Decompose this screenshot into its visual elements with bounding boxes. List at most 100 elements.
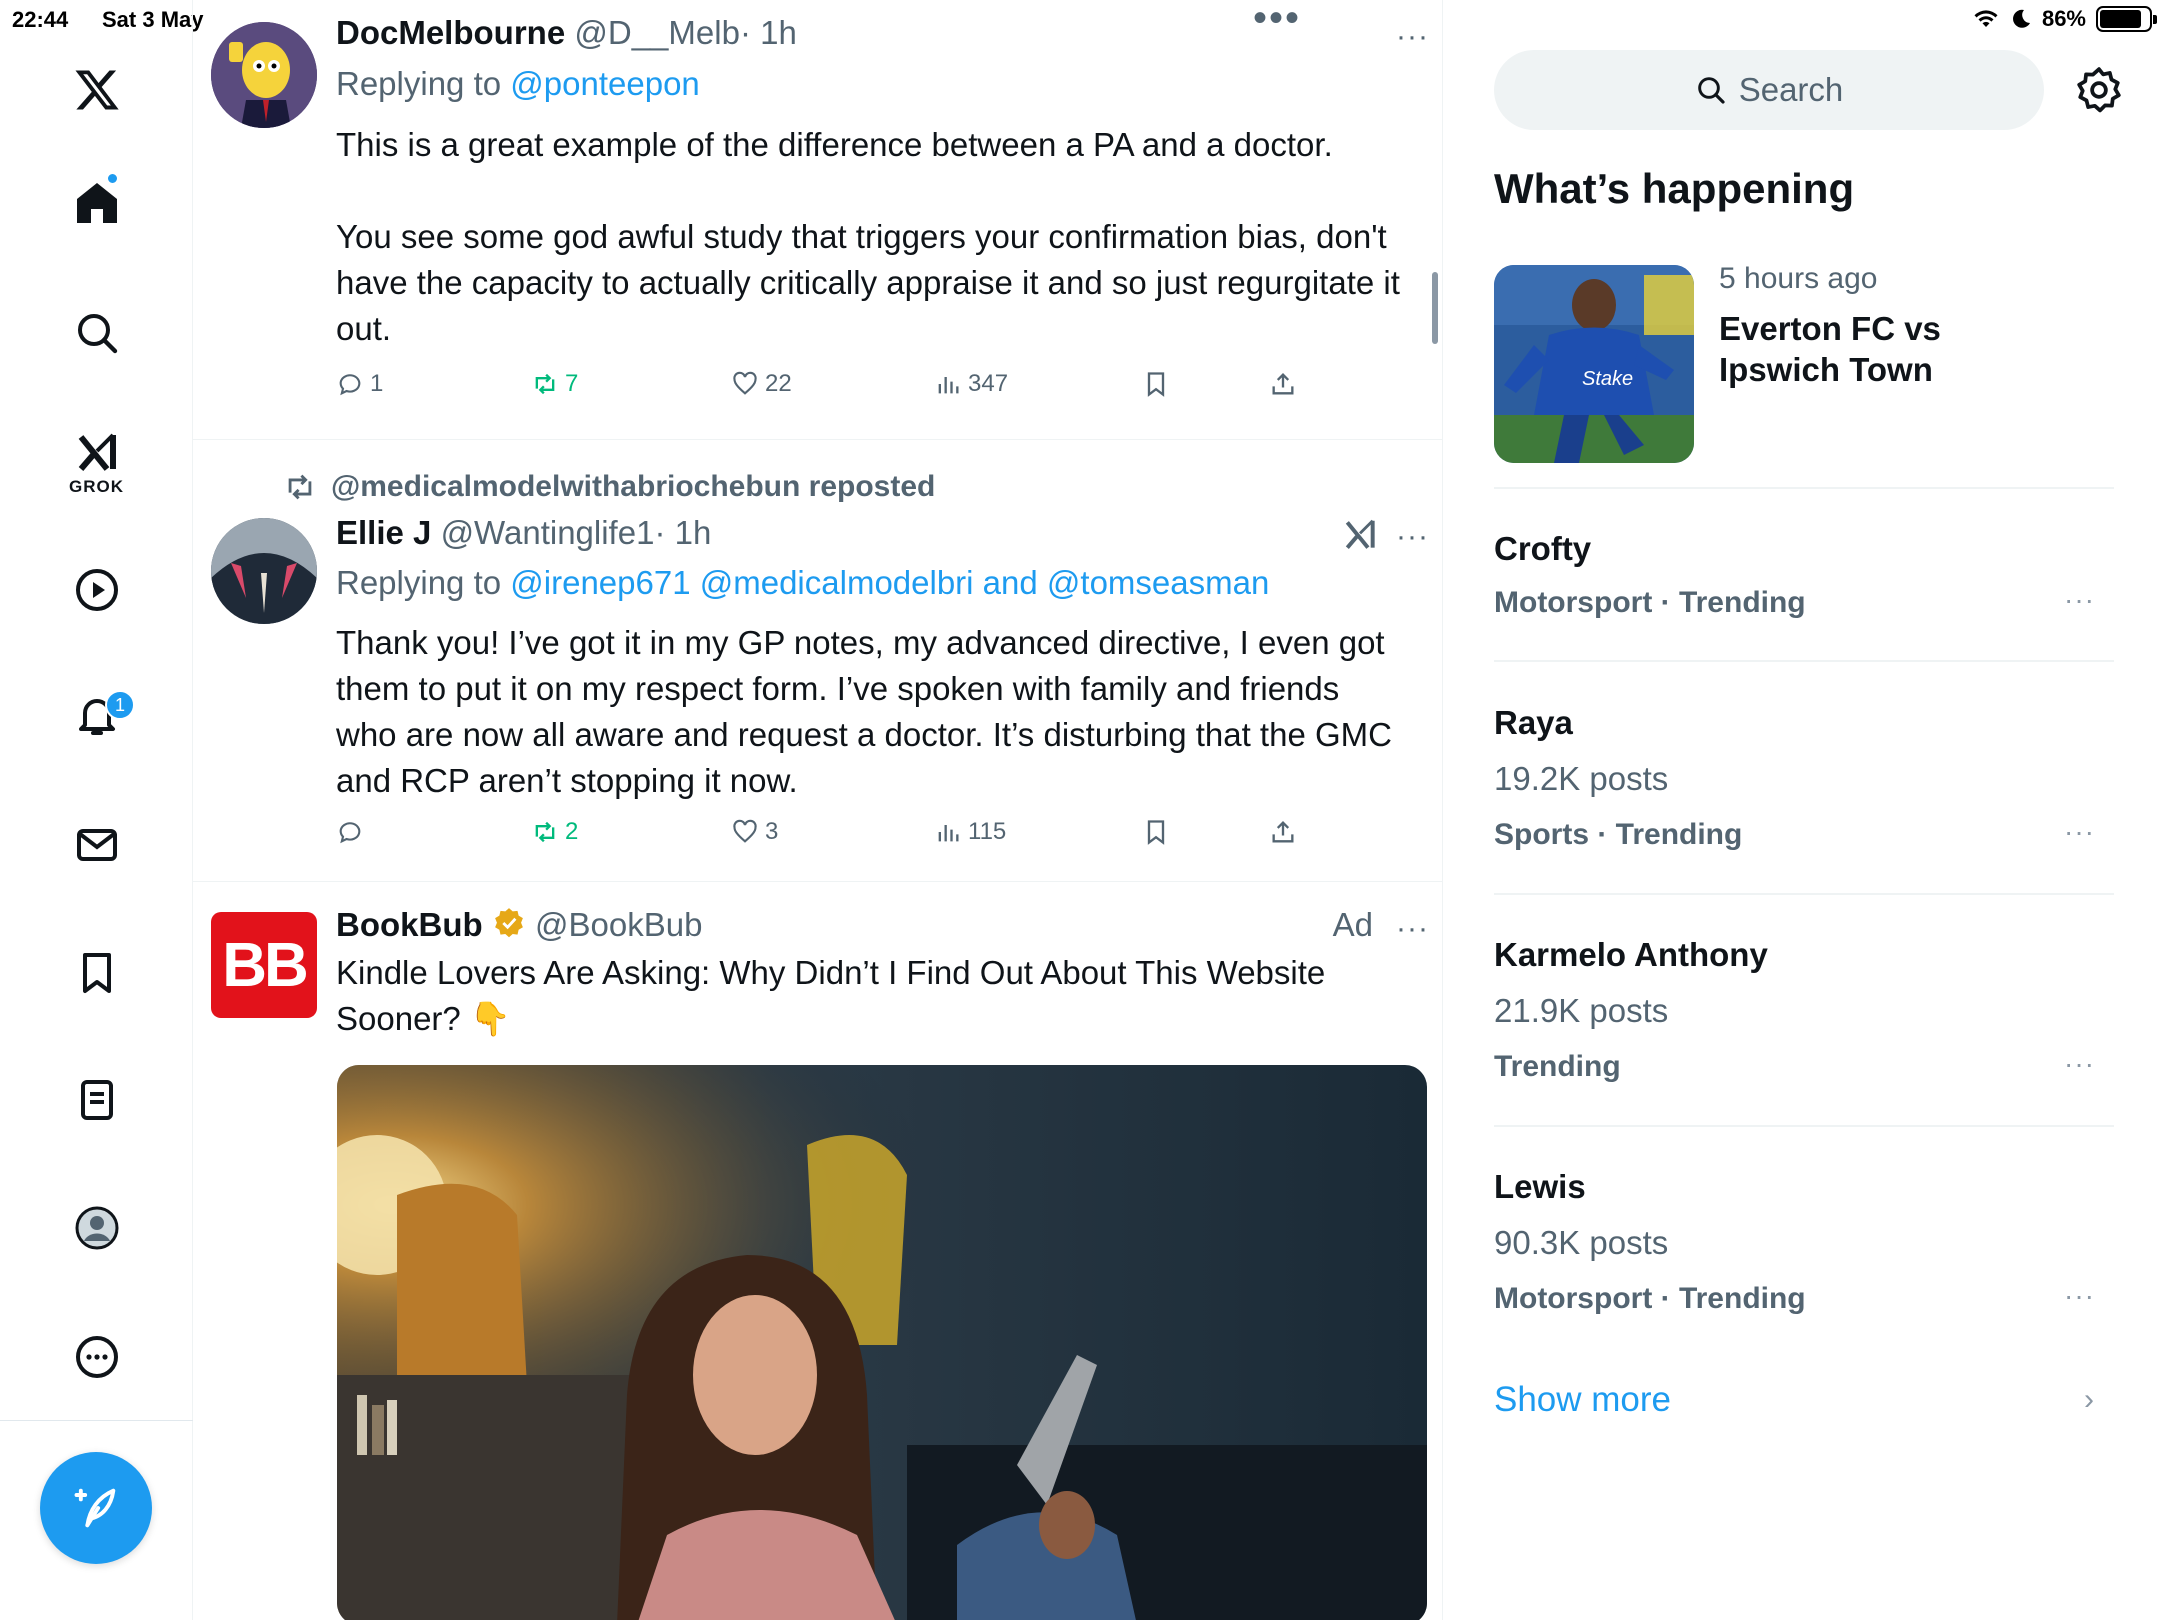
tweet[interactable]: @medicalmodelwithabriochebun reposted El… xyxy=(193,440,1442,882)
repost-icon xyxy=(535,821,555,843)
trend-meta: Motorsport · Trending xyxy=(1494,1282,1806,1315)
author-name[interactable]: DocMelbourne xyxy=(336,14,565,51)
views-button[interactable]: 115 xyxy=(934,818,1006,846)
svg-text:Stake: Stake xyxy=(1582,368,1633,390)
views-button[interactable]: 347 xyxy=(934,370,1008,398)
replying-prefix: Replying to xyxy=(336,65,502,102)
trend-divider xyxy=(1494,1125,2114,1127)
notifications-bell-icon[interactable]: 1 xyxy=(0,670,193,760)
tweet-more-button[interactable]: ··· xyxy=(1396,20,1429,54)
replying-to: Replying to @ponteepon xyxy=(336,65,700,103)
tweet-header: Ellie J @Wantinglife1· 1h xyxy=(336,514,711,552)
bookbub-logo[interactable]: BB xyxy=(211,912,317,1018)
ad-tweet[interactable]: BB BookBub @BookBub Ad ··· Kindle Lovers… xyxy=(193,882,1442,1620)
trend-more-button[interactable]: ··· xyxy=(2064,1280,2095,1312)
author-handle[interactable]: @BookBub xyxy=(535,906,702,943)
show-more-link[interactable]: Show more xyxy=(1494,1380,1671,1420)
tweet-actions: 2 3 115 xyxy=(336,818,1336,858)
explore-search-icon[interactable] xyxy=(0,288,193,378)
news-thumbnail[interactable]: Stake xyxy=(1494,265,1694,463)
views-count: 347 xyxy=(968,370,1009,397)
author-handle[interactable]: @D__Melb xyxy=(574,14,740,51)
home-icon[interactable] xyxy=(0,158,193,248)
tweet-header: DocMelbourne @D__Melb· 1h xyxy=(336,14,797,52)
tweet[interactable]: DocMelbourne @D__Melb· 1h ··· Replying t… xyxy=(193,0,1442,440)
news-time: 5 hours ago xyxy=(1719,262,1878,295)
bookmarks-icon[interactable] xyxy=(0,928,193,1018)
x-logo-icon[interactable] xyxy=(0,45,193,135)
footballer-photo: Stake xyxy=(1494,265,1694,463)
trend-name[interactable]: Karmelo Anthony xyxy=(1494,936,1768,974)
bookmark-icon xyxy=(1147,372,1165,397)
views-chart-icon xyxy=(938,825,959,842)
replying-prefix: Replying to xyxy=(336,564,502,601)
grok-label: GROK xyxy=(69,477,124,496)
share-button[interactable] xyxy=(1269,370,1297,398)
trend-more-button[interactable]: ··· xyxy=(2064,584,2095,616)
heart-icon xyxy=(733,819,757,843)
avatar[interactable] xyxy=(211,22,317,128)
views-chart-icon xyxy=(938,377,959,394)
heart-icon xyxy=(733,371,757,395)
bookmark-button[interactable] xyxy=(1142,370,1170,398)
share-button[interactable] xyxy=(1269,818,1297,846)
replying-to-link[interactable]: @irenep671 @medicalmodelbri and @tomseas… xyxy=(510,564,1269,601)
profile-avatar-icon[interactable] xyxy=(0,1183,193,1273)
author-name[interactable]: BookBub xyxy=(336,906,483,943)
chevron-right-icon[interactable]: › xyxy=(2084,1383,2094,1417)
tweet-more-button[interactable]: ··· xyxy=(1396,912,1429,946)
compose-feather-icon xyxy=(74,1488,116,1528)
tweet-time: · 1h xyxy=(654,514,712,551)
search-input[interactable]: Search xyxy=(1494,50,2044,130)
tweet-text: Kindle Lovers Are Asking: Why Didn’t I F… xyxy=(336,954,1326,1037)
share-icon xyxy=(1272,821,1294,843)
trend-post-count: 19.2K posts xyxy=(1494,760,1669,797)
trend-divider xyxy=(1494,487,2114,489)
reply-icon xyxy=(339,822,361,844)
trend-divider xyxy=(1494,893,2114,895)
trend-meta: Sports · Trending xyxy=(1494,818,1743,851)
compose-post-button[interactable] xyxy=(40,1452,152,1564)
trend-name[interactable]: Raya xyxy=(1494,704,1573,742)
more-options-icon[interactable] xyxy=(0,1312,193,1402)
reply-button[interactable] xyxy=(336,818,370,846)
ad-image[interactable] xyxy=(337,1065,1427,1620)
reply-icon xyxy=(339,374,361,396)
author-handle[interactable]: @Wantinglife1 xyxy=(441,514,655,551)
tweet-more-button[interactable]: ··· xyxy=(1396,520,1429,554)
repost-button[interactable]: 7 xyxy=(531,370,578,398)
avatar[interactable] xyxy=(211,518,317,624)
replying-to-link[interactable]: @ponteepon xyxy=(510,65,700,102)
like-button[interactable]: 3 xyxy=(731,818,778,846)
trend-name[interactable]: Crofty xyxy=(1494,530,1591,568)
messages-envelope-icon[interactable] xyxy=(0,800,193,890)
bookmark-icon xyxy=(1147,820,1165,845)
author-name[interactable]: Ellie J xyxy=(336,514,431,551)
news-title[interactable]: Everton FC vs Ipswich Town xyxy=(1719,308,1979,390)
left-nav: GROK 1 xyxy=(0,0,193,1620)
verified-badge-icon xyxy=(494,908,523,938)
reposted-by[interactable]: @medicalmodelwithabriochebun reposted xyxy=(331,470,935,504)
trend-post-count: 21.9K posts xyxy=(1494,992,1669,1029)
repost-count: 7 xyxy=(565,370,579,397)
whats-happening-title: What’s happening xyxy=(1494,165,1855,212)
trend-more-button[interactable]: ··· xyxy=(2064,816,2095,848)
trend-divider xyxy=(1494,660,2114,662)
like-button[interactable]: 22 xyxy=(731,370,792,398)
tweet-text: This is a great example of the differenc… xyxy=(336,126,1400,347)
right-sidebar: Search What’s happening Stake 5 hours ag… xyxy=(1444,0,2160,1620)
grok-explain-icon[interactable] xyxy=(1341,516,1379,554)
trend-more-button[interactable]: ··· xyxy=(2064,1048,2095,1080)
share-icon xyxy=(1272,373,1294,395)
repost-count: 2 xyxy=(565,818,579,845)
repost-button[interactable]: 2 xyxy=(531,818,578,846)
search-icon xyxy=(1697,77,1725,104)
settings-gear-icon[interactable] xyxy=(2074,65,2124,115)
bookmark-button[interactable] xyxy=(1142,818,1170,846)
repost-context: @medicalmodelwithabriochebun reposted xyxy=(283,470,935,504)
trend-name[interactable]: Lewis xyxy=(1494,1168,1586,1206)
reply-button[interactable]: 1 xyxy=(336,370,383,398)
feed-scrollbar[interactable] xyxy=(1432,272,1438,344)
video-play-icon[interactable] xyxy=(0,545,193,635)
lists-icon[interactable] xyxy=(0,1055,193,1145)
